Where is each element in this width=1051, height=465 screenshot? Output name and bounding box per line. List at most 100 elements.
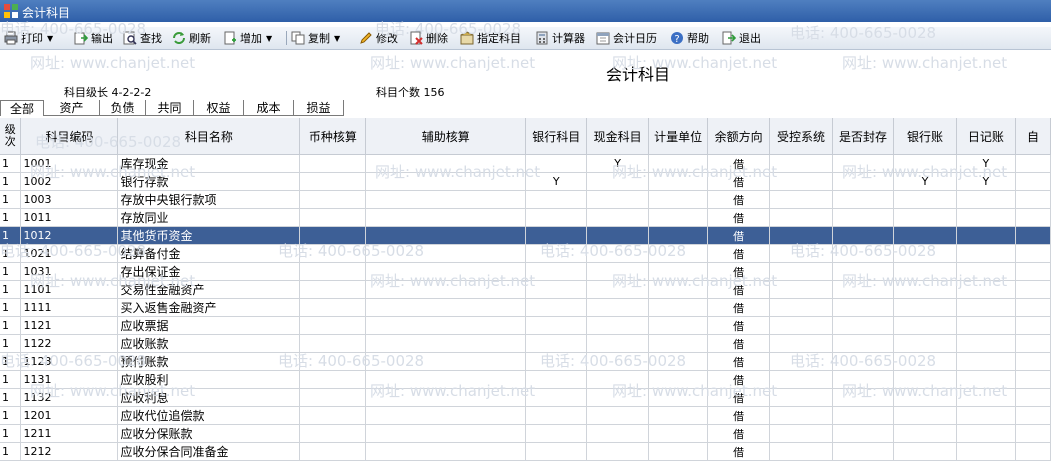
find-button[interactable]: 查找 [123,29,162,47]
col-header-level[interactable]: 级次 [0,118,22,155]
row-name-cell: 预付账款 [117,352,301,371]
tab-profit-loss[interactable]: 损益 [294,100,344,116]
col-header-sealed[interactable]: 是否封存 [832,118,894,155]
table-row[interactable]: 1 1131 应收股利 借 [0,370,1051,389]
col-header-name[interactable]: 科目名称 [117,118,301,155]
table-row[interactable]: 1 1002 银行存款 Y 借 Y Y [0,172,1051,191]
row-code-cell: 1132 [20,388,119,407]
row-currency-cell [299,406,367,425]
table-row[interactable]: 1 1212 应收分保合同准备金 借 [0,442,1051,461]
table-row[interactable]: 1 1123 预付账款 借 [0,352,1051,371]
table-row[interactable]: 1 1201 应收代位追偿款 借 [0,406,1051,425]
row-sealed-cell [832,262,894,281]
row-auxiliary-cell [365,298,527,317]
col-header-bank-book[interactable]: 银行账 [893,118,957,155]
table-row[interactable]: 1 1031 存出保证金 借 [0,262,1051,281]
delete-button[interactable]: 删除 [409,29,448,47]
row-level-cell: 1 [0,154,22,173]
col-header-controlled-system[interactable]: 受控系统 [769,118,834,155]
print-dropdown-icon[interactable]: ▼ [47,34,53,43]
col-header-truncated[interactable]: 自 [1015,118,1051,155]
col-header-unit[interactable]: 计量单位 [648,118,709,155]
tab-cost[interactable]: 成本 [244,100,294,116]
copy-dropdown-icon[interactable]: ▼ [334,34,340,43]
table-row[interactable]: 1 1021 结算备付金 借 [0,244,1051,263]
print-button[interactable]: 打印 ▼ [4,29,53,47]
table-row[interactable]: 1 1012 其他货币资金 借 [0,226,1051,245]
row-auxiliary-cell [365,190,527,209]
table-row[interactable]: 1 1001 库存现金 Y 借 Y [0,154,1051,173]
row-journal-cell [956,442,1016,461]
table-row[interactable]: 1 1111 买入返售金融资产借 [0,298,1051,317]
row-cash-cell: Y [586,154,650,173]
tab-common[interactable]: 共同 [146,100,194,116]
table-row[interactable]: 1 1101 交易性金融资产 借 [0,280,1051,299]
copy-button[interactable]: 复制 ▼ [291,29,340,47]
row-bank-cell [525,190,588,209]
row-auxiliary-cell [365,280,527,299]
row-cash-cell [586,190,650,209]
designate-account-button[interactable]: 指定科目 [460,29,521,47]
row-unit-cell [648,388,709,407]
tab-liabilities[interactable]: 负债 [100,100,146,116]
col-header-bank-account[interactable]: 银行科目 [525,118,588,155]
col-header-code[interactable]: 科目编码 [20,118,119,155]
row-journal-cell [956,208,1016,227]
export-button[interactable]: 输出 [74,29,113,47]
row-extra-cell [1015,244,1051,263]
col-header-balance-direction[interactable]: 余额方向 [707,118,771,155]
row-unit-cell [648,172,709,191]
row-extra-cell [1015,406,1051,425]
row-name-cell: 存出保证金 [117,262,301,281]
row-direction-cell: 借 [707,334,771,353]
row-cash-cell [586,172,650,191]
row-bank-cell [525,406,588,425]
exit-label: 退出 [739,32,761,45]
row-bank-cell [525,352,588,371]
row-bankbook-cell [893,352,957,371]
row-extra-cell [1015,262,1051,281]
row-direction-cell: 借 [707,262,771,281]
table-row[interactable]: 1 1003 存放中央银行款项 借 [0,190,1051,209]
table-row[interactable]: 1 1011 存放同业 借 [0,208,1051,227]
accounting-calendar-button[interactable]: 会计日历 [596,29,657,47]
row-code-cell: 1212 [20,442,119,461]
add-button[interactable]: 增加 ▼ [223,29,272,47]
row-direction-cell: 借 [707,442,771,461]
col-header-cash-account[interactable]: 现金科目 [586,118,650,155]
row-unit-cell [648,244,709,263]
table-row[interactable]: 1 1122 应收账款 借 [0,334,1051,353]
table-row[interactable]: 1 1121 应收票据 借 [0,316,1051,335]
exit-button[interactable]: 退出 [722,29,761,47]
row-sealed-cell [832,226,894,245]
row-code-cell: 1131 [20,370,119,389]
row-cash-cell [586,334,650,353]
col-header-journal[interactable]: 日记账 [956,118,1016,155]
help-button[interactable]: ? 帮助 [670,29,709,47]
calculator-button[interactable]: 计算器 [535,29,585,47]
row-level-cell: 1 [0,424,22,443]
modify-button[interactable]: 修改 [359,29,398,47]
tab-equity[interactable]: 权益 [194,100,244,116]
col-header-auxiliary[interactable]: 辅助核算 [365,118,527,155]
row-sealed-cell [832,316,894,335]
row-sealed-cell [832,424,894,443]
row-controlled-cell [769,370,834,389]
table-row[interactable]: 1 1132 应收利息 借 [0,388,1051,407]
tab-all[interactable]: 全部 [0,100,44,116]
row-extra-cell [1015,208,1051,227]
col-header-currency[interactable]: 币种核算 [299,118,367,155]
row-auxiliary-cell [365,352,527,371]
row-currency-cell [299,244,367,263]
add-dropdown-icon[interactable]: ▼ [266,34,272,43]
table-row[interactable]: 1 1211 应收分保账款 借 [0,424,1051,443]
row-unit-cell [648,298,709,317]
tab-assets[interactable]: 资产 [44,100,100,116]
row-bank-cell [525,226,588,245]
row-journal-cell [956,388,1016,407]
refresh-icon [173,32,185,44]
row-currency-cell [299,208,367,227]
row-unit-cell [648,370,709,389]
refresh-button[interactable]: 刷新 [172,29,211,47]
row-controlled-cell [769,316,834,335]
